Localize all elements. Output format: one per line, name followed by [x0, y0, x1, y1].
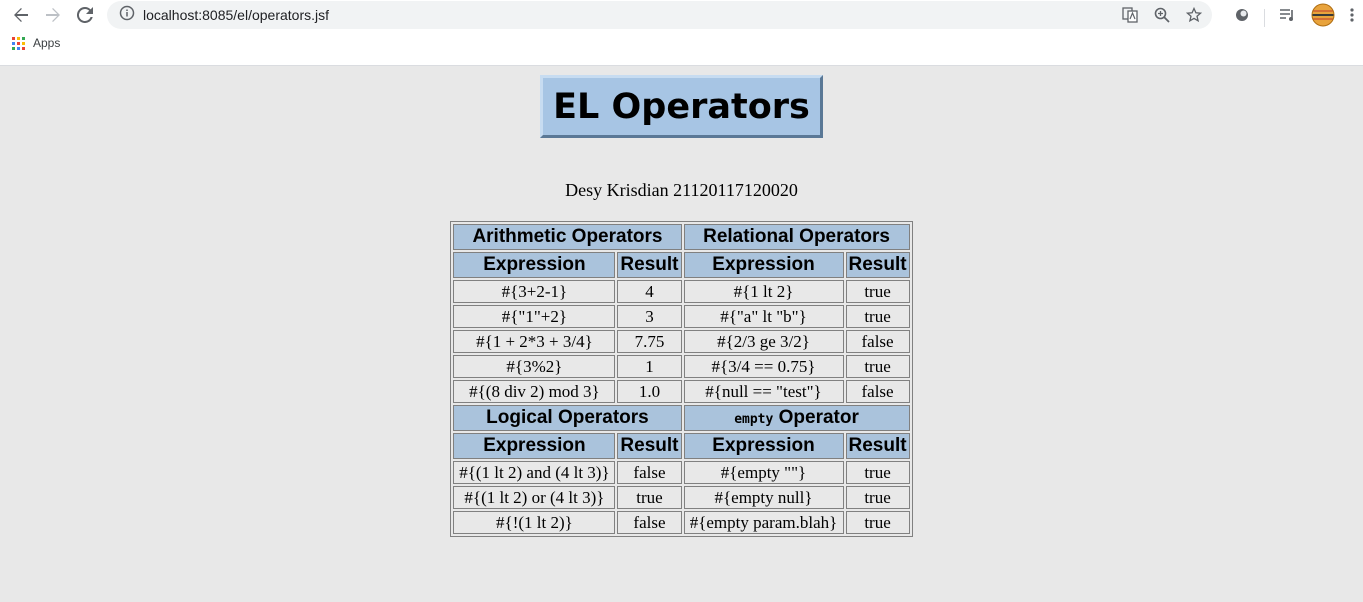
translate-icon[interactable] — [1120, 5, 1140, 25]
omnibox-icons — [1120, 5, 1204, 25]
column-header-expression: Expression — [453, 433, 616, 459]
arithmetic-result: 3 — [617, 305, 682, 328]
logical-result: false — [617, 511, 682, 534]
relational-result: false — [845, 380, 910, 403]
reload-icon[interactable] — [72, 2, 98, 28]
empty-operator-title: empty Operator — [683, 405, 910, 431]
relational-title: Relational Operators — [683, 224, 910, 250]
arithmetic-result: 1.0 — [617, 380, 682, 403]
media-queue-icon[interactable] — [1279, 7, 1297, 28]
relational-result: true — [845, 280, 910, 303]
operators-table: Arithmetic Operators Relational Operator… — [450, 221, 913, 537]
relational-expression: #{"a" lt "b"} — [683, 305, 844, 328]
table-row: #{1 + 2*3 + 3/4} 7.75 #{2/3 ge 3/2} fals… — [453, 330, 910, 353]
column-header-row: Expression Result Expression Result — [453, 252, 910, 278]
page-title: EL Operators — [553, 87, 810, 127]
arithmetic-expression: #{3%2} — [453, 355, 616, 378]
apps-bookmark[interactable]: Apps — [33, 36, 60, 50]
forward-icon[interactable] — [40, 2, 66, 28]
section-header-row: Arithmetic Operators Relational Operator… — [453, 224, 910, 250]
table-row: #{!(1 lt 2)} false #{empty param.blah} t… — [453, 511, 910, 534]
zoom-icon[interactable] — [1152, 5, 1172, 25]
toolbar-divider — [1264, 8, 1265, 27]
browser-chrome: localhost:8085/el/operators.jsf Apps — [0, 0, 1363, 66]
author-line: Desy Krisdian 21120117120020 — [565, 180, 798, 200]
arithmetic-expression: #{3+2-1} — [453, 280, 616, 303]
table-row: #{3%2} 1 #{3/4 == 0.75} true — [453, 355, 910, 378]
column-header-row: Expression Result Expression Result — [453, 433, 910, 459]
apps-icon[interactable] — [12, 36, 25, 50]
table-row: #{(1 lt 2) and (4 lt 3)} false #{empty "… — [453, 461, 910, 484]
logical-expression: #{(1 lt 2) or (4 lt 3)} — [453, 486, 616, 509]
table-row: #{(1 lt 2) or (4 lt 3)} true #{empty nul… — [453, 486, 910, 509]
arithmetic-expression: #{(8 div 2) mod 3} — [453, 380, 616, 403]
extension-icon[interactable] — [1234, 7, 1250, 28]
table-row: #{3+2-1} 4 #{1 lt 2} true — [453, 280, 910, 303]
empty-expression: #{empty ""} — [683, 461, 844, 484]
empty-result: true — [845, 511, 910, 534]
relational-expression: #{1 lt 2} — [683, 280, 844, 303]
relational-result: true — [845, 305, 910, 328]
arithmetic-title: Arithmetic Operators — [453, 224, 682, 250]
arithmetic-expression: #{1 + 2*3 + 3/4} — [453, 330, 616, 353]
relational-result: false — [845, 330, 910, 353]
empty-expression: #{empty null} — [683, 486, 844, 509]
relational-result: true — [845, 355, 910, 378]
relational-expression: #{null == "test"} — [683, 380, 844, 403]
logical-result: true — [617, 486, 682, 509]
info-icon[interactable] — [119, 5, 135, 26]
empty-result: true — [845, 486, 910, 509]
logical-title: Logical Operators — [453, 405, 682, 431]
star-icon[interactable] — [1184, 5, 1204, 25]
table-row: #{"1"+2} 3 #{"a" lt "b"} true — [453, 305, 910, 328]
toolbar-right-icons — [1234, 3, 1355, 32]
relational-expression: #{3/4 == 0.75} — [683, 355, 844, 378]
arithmetic-result: 4 — [617, 280, 682, 303]
arithmetic-expression: #{"1"+2} — [453, 305, 616, 328]
relational-expression: #{2/3 ge 3/2} — [683, 330, 844, 353]
table-row: #{(8 div 2) mod 3} 1.0 #{null == "test"}… — [453, 380, 910, 403]
column-header-result: Result — [845, 252, 910, 278]
column-header-expression: Expression — [683, 433, 844, 459]
column-header-expression: Expression — [683, 252, 844, 278]
more-menu-icon[interactable] — [1349, 7, 1355, 28]
empty-result: true — [845, 461, 910, 484]
section-header-row: Logical Operators empty Operator — [453, 405, 910, 431]
empty-keyword: empty — [734, 412, 774, 427]
bookmarks-bar: Apps — [12, 36, 60, 50]
column-header-result: Result — [617, 252, 682, 278]
back-icon[interactable] — [8, 2, 34, 28]
arithmetic-result: 7.75 — [617, 330, 682, 353]
empty-expression: #{empty param.blah} — [683, 511, 844, 534]
avatar[interactable] — [1311, 3, 1335, 32]
logical-expression: #{!(1 lt 2)} — [453, 511, 616, 534]
address-bar[interactable]: localhost:8085/el/operators.jsf — [107, 1, 1212, 29]
logical-expression: #{(1 lt 2) and (4 lt 3)} — [453, 461, 616, 484]
column-header-result: Result — [845, 433, 910, 459]
title-box: EL Operators — [540, 75, 823, 138]
page-content: EL Operators Desy Krisdian 2112011712002… — [0, 66, 1363, 537]
column-header-result: Result — [617, 433, 682, 459]
url-text: localhost:8085/el/operators.jsf — [143, 7, 329, 23]
column-header-expression: Expression — [453, 252, 616, 278]
arithmetic-result: 1 — [617, 355, 682, 378]
empty-title-rest: Operator — [773, 407, 859, 428]
logical-result: false — [617, 461, 682, 484]
